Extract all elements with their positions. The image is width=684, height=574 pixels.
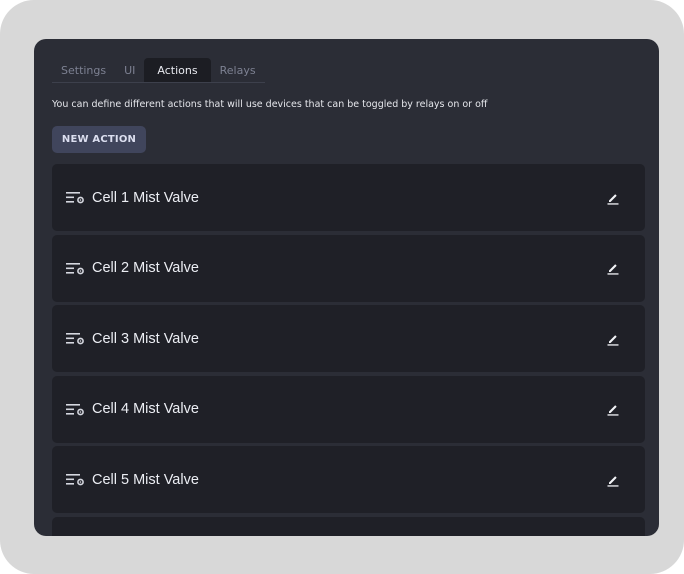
list-settings-icon <box>66 473 86 487</box>
actions-panel: Settings UI Actions Relays You can defin… <box>34 39 659 536</box>
tab-relays[interactable]: Relays <box>211 58 265 82</box>
list-settings-icon <box>66 191 86 205</box>
action-item[interactable]: Cell 1 Mist Valve <box>52 164 645 231</box>
action-label: Cell 2 Mist Valve <box>92 260 199 276</box>
action-label: Cell 4 Mist Valve <box>92 401 199 417</box>
action-label: Cell 5 Mist Valve <box>92 471 199 488</box>
tab-settings[interactable]: Settings <box>52 58 115 82</box>
tab-ui[interactable]: UI <box>115 58 144 82</box>
tab-actions[interactable]: Actions <box>144 58 211 82</box>
action-item[interactable]: Cell 3 Mist Valve <box>52 305 645 372</box>
action-item[interactable]: Cell 2 Mist Valve <box>52 234 645 302</box>
list-settings-icon <box>66 332 86 346</box>
list-settings-icon <box>66 402 86 416</box>
new-action-button[interactable]: NEW ACTION <box>52 126 146 153</box>
actions-description: You can define different actions that wi… <box>52 99 488 110</box>
device-frame: Settings UI Actions Relays You can defin… <box>0 0 684 574</box>
pencil-icon[interactable] <box>605 260 621 276</box>
pencil-icon[interactable] <box>605 331 621 347</box>
list-settings-icon <box>66 261 86 275</box>
actions-list: Cell 1 Mist Valve Cell 2 Mist Valve Cell… <box>52 164 645 536</box>
action-item-partial[interactable] <box>52 516 645 536</box>
tab-bar: Settings UI Actions Relays <box>52 58 265 83</box>
action-label: Cell 3 Mist Valve <box>92 330 199 347</box>
action-label: Cell 1 Mist Valve <box>92 189 199 206</box>
action-item[interactable]: Cell 5 Mist Valve <box>52 446 645 513</box>
action-item[interactable]: Cell 4 Mist Valve <box>52 375 645 443</box>
pencil-icon[interactable] <box>605 401 621 417</box>
pencil-icon[interactable] <box>605 190 621 206</box>
pencil-icon[interactable] <box>605 472 621 488</box>
